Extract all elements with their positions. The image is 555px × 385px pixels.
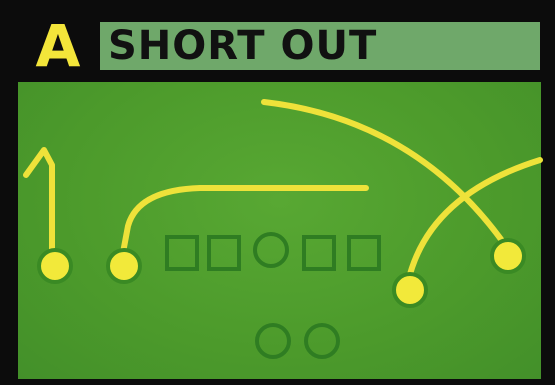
- receiver-right-inner[interactable]: [392, 272, 428, 308]
- lineman-right-tackle: [347, 235, 381, 271]
- lineman-left-tackle: [165, 235, 199, 271]
- back-right: [304, 323, 340, 359]
- play-card[interactable]: A SHORT OUT: [0, 0, 555, 385]
- receiver-right-outer[interactable]: [490, 238, 526, 274]
- lineman-right-guard: [302, 235, 336, 271]
- lineman-left-guard: [207, 235, 241, 271]
- route-right-post: [261, 99, 513, 255]
- route-left-receiver: [23, 147, 55, 261]
- receiver-left[interactable]: [37, 248, 73, 284]
- back-left: [255, 323, 291, 359]
- play-diagram: [23, 99, 543, 359]
- lineman-center: [253, 232, 289, 268]
- route-slot-out: [119, 185, 369, 261]
- receiver-slot[interactable]: [106, 248, 142, 284]
